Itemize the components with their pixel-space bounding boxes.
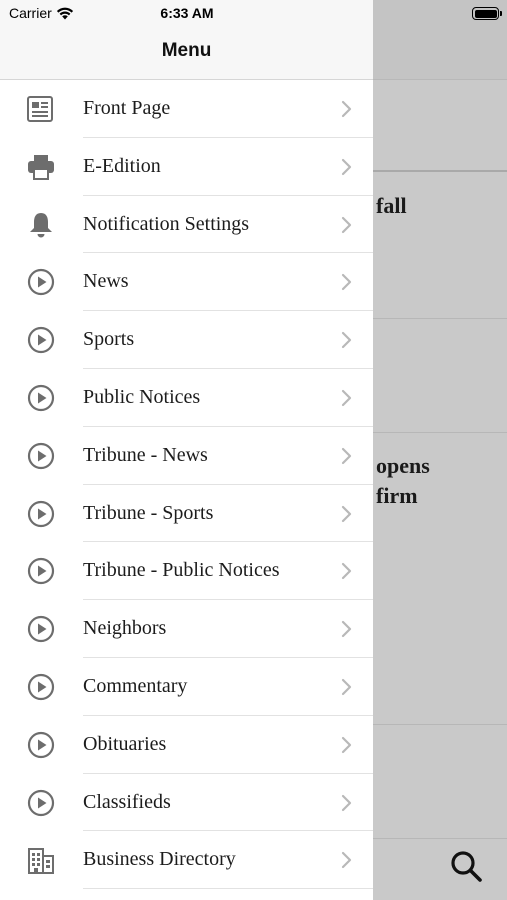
play-circle-icon <box>26 267 56 297</box>
menu-item-front-page[interactable]: Front Page <box>0 80 373 138</box>
background-divider <box>372 170 507 172</box>
play-circle-icon <box>26 730 56 760</box>
menu-item-commentary[interactable]: Commentary <box>0 658 373 716</box>
status-bar: Carrier 6:33 AM <box>0 0 507 28</box>
play-circle-icon <box>26 383 56 413</box>
menu-item-label: Business Directory <box>83 848 236 871</box>
background-divider <box>372 724 507 725</box>
background-divider <box>372 318 507 319</box>
menu-item-label: Commentary <box>83 674 188 697</box>
background-headline[interactable]: firm <box>376 483 418 509</box>
play-circle-icon <box>26 499 56 529</box>
menu-item-e-edition[interactable]: E-Edition <box>0 138 373 196</box>
menu-item-label: E-Edition <box>83 154 161 177</box>
play-circle-icon <box>26 441 56 471</box>
search-icon[interactable] <box>448 848 484 884</box>
menu-item-tribune-sports[interactable]: Tribune - Sports <box>0 485 373 543</box>
chevron-right-icon <box>341 677 353 697</box>
menu-item-label: Obituaries <box>83 732 167 755</box>
menu-item-label: News <box>83 270 129 293</box>
menu-item-label: Front Page <box>83 97 171 119</box>
chevron-right-icon <box>341 330 353 350</box>
background-headline[interactable]: opens <box>376 453 430 479</box>
menu-item-label: Tribune - News <box>83 443 208 466</box>
chevron-right-icon <box>341 619 353 639</box>
chevron-right-icon <box>341 272 353 292</box>
menu-item-label: Tribune - Sports <box>83 501 214 524</box>
menu-item-label: Public Notices <box>83 385 201 408</box>
chevron-right-icon <box>341 561 353 581</box>
menu-item-label: Tribune - Public Notices <box>83 559 280 582</box>
chevron-right-icon <box>341 735 353 755</box>
chevron-right-icon <box>341 157 353 177</box>
chevron-right-icon <box>341 850 353 870</box>
printer-icon <box>26 152 56 182</box>
chevron-right-icon <box>341 446 353 466</box>
menu-item-notification-settings[interactable]: Notification Settings <box>0 196 373 254</box>
status-time: 6:33 AM <box>160 5 214 21</box>
play-circle-icon <box>26 788 56 818</box>
menu-item-label: Classifieds <box>83 790 171 813</box>
play-circle-icon <box>26 672 56 702</box>
menu-item-news[interactable]: News <box>0 253 373 311</box>
menu-item-label: Sports <box>83 328 135 351</box>
play-circle-icon <box>26 556 56 586</box>
building-icon <box>26 845 56 875</box>
menu-item-label: Neighbors <box>83 617 167 640</box>
menu-item-business-directory[interactable]: Business Directory <box>0 831 373 889</box>
menu-item-sports[interactable]: Sports <box>0 311 373 369</box>
chevron-right-icon <box>341 388 353 408</box>
menu-list: Front Page E-Edition Notification Settings… <box>0 80 373 889</box>
newspaper-icon <box>26 94 56 124</box>
play-circle-icon <box>26 614 56 644</box>
background-divider <box>372 432 507 433</box>
menu-title: Menu <box>161 40 212 61</box>
background-headline[interactable]: fall <box>376 193 407 219</box>
chevron-right-icon <box>341 99 353 119</box>
bell-icon <box>26 210 56 240</box>
menu-item-label: Notification Settings <box>83 212 250 235</box>
play-circle-icon <box>26 325 56 355</box>
menu-item-public-notices[interactable]: Public Notices <box>0 369 373 427</box>
battery-icon <box>472 7 502 20</box>
chevron-right-icon <box>341 215 353 235</box>
menu-item-tribune-public-notices[interactable]: Tribune - Public Notices <box>0 542 373 600</box>
menu-item-neighbors[interactable]: Neighbors <box>0 600 373 658</box>
chevron-right-icon <box>341 793 353 813</box>
menu-item-classifieds[interactable]: Classifieds <box>0 774 373 832</box>
menu-item-tribune-news[interactable]: Tribune - News <box>0 427 373 485</box>
side-menu: Menu Front Page E-Edition Notification Set… <box>0 0 373 900</box>
background-divider <box>372 838 507 839</box>
menu-item-obituaries[interactable]: Obituaries <box>0 716 373 774</box>
chevron-right-icon <box>341 504 353 524</box>
